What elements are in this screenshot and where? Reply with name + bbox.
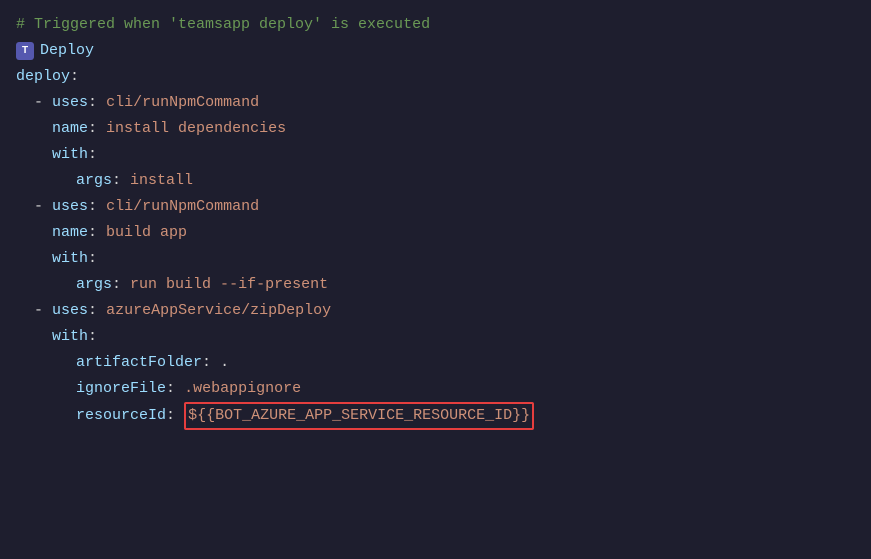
args1-line: args: install: [16, 168, 855, 194]
resourceid-highlight: ${{BOT_AZURE_APP_SERVICE_RESOURCE_ID}}: [184, 402, 534, 430]
name1-value: install dependencies: [106, 117, 286, 141]
name2-value: build app: [106, 221, 187, 245]
uses1-line: - uses: cli/runNpmCommand: [16, 90, 855, 116]
uses3-line: - uses: azureAppService/zipDeploy: [16, 298, 855, 324]
with1-key: with: [52, 143, 88, 167]
ignorefile-key: ignoreFile: [58, 377, 166, 401]
uses1-key: uses: [52, 91, 88, 115]
resourceid-value: ${{BOT_AZURE_APP_SERVICE_RESOURCE_ID}}: [188, 407, 530, 424]
with1-line: with:: [16, 142, 855, 168]
args1-key: args: [58, 169, 112, 193]
with3-line: with:: [16, 324, 855, 350]
ignorefile-line: ignoreFile: .webappignore: [16, 376, 855, 402]
uses2-line: - uses: cli/runNpmCommand: [16, 194, 855, 220]
artifact-line: artifactFolder: .: [16, 350, 855, 376]
args2-key: args: [58, 273, 112, 297]
name1-key: name: [52, 117, 88, 141]
name1-line: name: install dependencies: [16, 116, 855, 142]
dash1: -: [34, 91, 52, 115]
deploy-key-line: deploy:: [16, 64, 855, 90]
deploy-label: Deploy: [40, 39, 94, 63]
with2-line: with:: [16, 246, 855, 272]
uses2-key: uses: [52, 195, 88, 219]
ignorefile-value: .webappignore: [184, 377, 301, 401]
uses3-key: uses: [52, 299, 88, 323]
deploy-icon-line: T Deploy: [16, 38, 855, 64]
code-editor: # Triggered when 'teamsapp deploy' is ex…: [0, 0, 871, 559]
uses3-value: azureAppService/zipDeploy: [106, 299, 331, 323]
deploy-key: deploy: [16, 65, 70, 89]
name2-line: name: build app: [16, 220, 855, 246]
comment-text: # Triggered when 'teamsapp deploy' is ex…: [16, 13, 430, 37]
args1-value: install: [130, 169, 193, 193]
dash3: -: [34, 299, 52, 323]
resourceid-line: resourceId: ${{BOT_AZURE_APP_SERVICE_RES…: [16, 402, 855, 430]
uses1-value: cli/runNpmCommand: [106, 91, 259, 115]
with2-key: with: [52, 247, 88, 271]
comment-line: # Triggered when 'teamsapp deploy' is ex…: [16, 12, 855, 38]
args2-value: run build --if-present: [130, 273, 328, 297]
args2-line: args: run build --if-present: [16, 272, 855, 298]
with3-key: with: [52, 325, 88, 349]
dash2: -: [34, 195, 52, 219]
teams-icon: T: [16, 42, 34, 60]
uses2-value: cli/runNpmCommand: [106, 195, 259, 219]
name2-key: name: [52, 221, 88, 245]
artifact-key: artifactFolder: [58, 351, 202, 375]
resourceid-key: resourceId: [58, 404, 166, 428]
artifact-value: .: [220, 351, 229, 375]
